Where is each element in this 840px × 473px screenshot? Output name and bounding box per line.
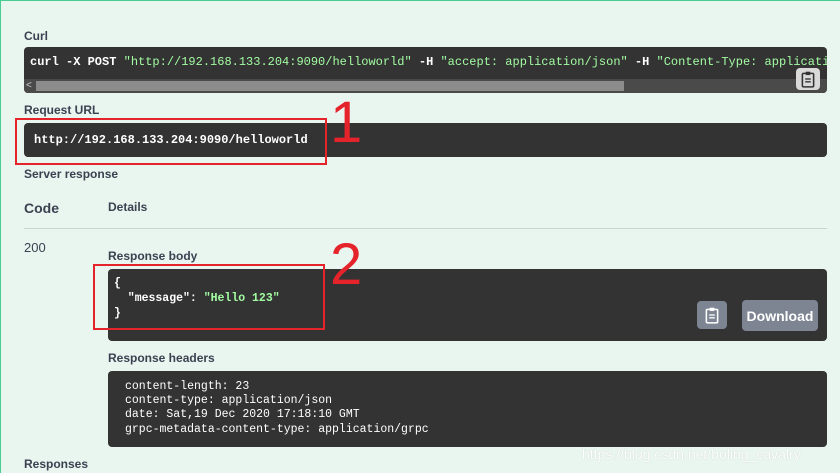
scroll-left-arrow-icon[interactable]: < — [26, 79, 32, 93]
header-line: date: Sat,19 Dec 2020 17:18:10 GMT — [125, 408, 360, 422]
response-headers-block[interactable]: content-length: 23 content-type: applica… — [108, 371, 827, 447]
annotation-number-2: 2 — [330, 232, 363, 297]
annotation-box-1 — [15, 118, 327, 165]
curl-command: curl -X POST "http://192.168.133.204:909… — [30, 55, 827, 69]
responses-label: Responses — [24, 457, 89, 471]
annotation-number-1: 1 — [330, 90, 363, 155]
header-divider — [24, 228, 827, 229]
curl-copy-button[interactable] — [796, 68, 820, 90]
header-line: grpc-metadata-content-type: application/… — [125, 422, 429, 436]
code-column-header: Code — [24, 200, 59, 216]
response-code: 200 — [24, 240, 46, 255]
watermark: https://blog.csdn.net/boling_cavalry — [582, 446, 801, 462]
curl-accept: "accept: application/json" — [440, 55, 628, 69]
response-headers-text: content-length: 23 content-type: applica… — [125, 380, 429, 437]
server-response-label: Server response — [24, 167, 119, 181]
body-copy-button[interactable] — [697, 301, 727, 329]
clipboard-icon — [705, 307, 719, 324]
curl-url: "http://192.168.133.204:9090/helloworld" — [123, 55, 412, 69]
header-line: content-length: 23 — [125, 380, 250, 393]
curl-opt-1: -H — [411, 55, 441, 69]
curl-scrollbar[interactable]: < — [24, 79, 827, 93]
download-button[interactable]: Download — [742, 300, 818, 331]
annotation-box-2 — [93, 264, 325, 330]
curl-prefix: curl -X POST — [30, 55, 124, 69]
request-url-label: Request URL — [24, 103, 100, 117]
curl-content-type: "Content-Type: applicatio — [656, 55, 827, 69]
response-body-label: Response body — [108, 249, 198, 263]
curl-code-block[interactable]: curl -X POST "http://192.168.133.204:909… — [24, 47, 827, 93]
details-column-header: Details — [108, 200, 148, 214]
clipboard-icon — [801, 71, 815, 88]
curl-opt-2: -H — [627, 55, 657, 69]
response-headers-label: Response headers — [108, 351, 215, 365]
header-line: content-type: application/json — [125, 394, 333, 408]
curl-label: Curl — [24, 29, 48, 43]
